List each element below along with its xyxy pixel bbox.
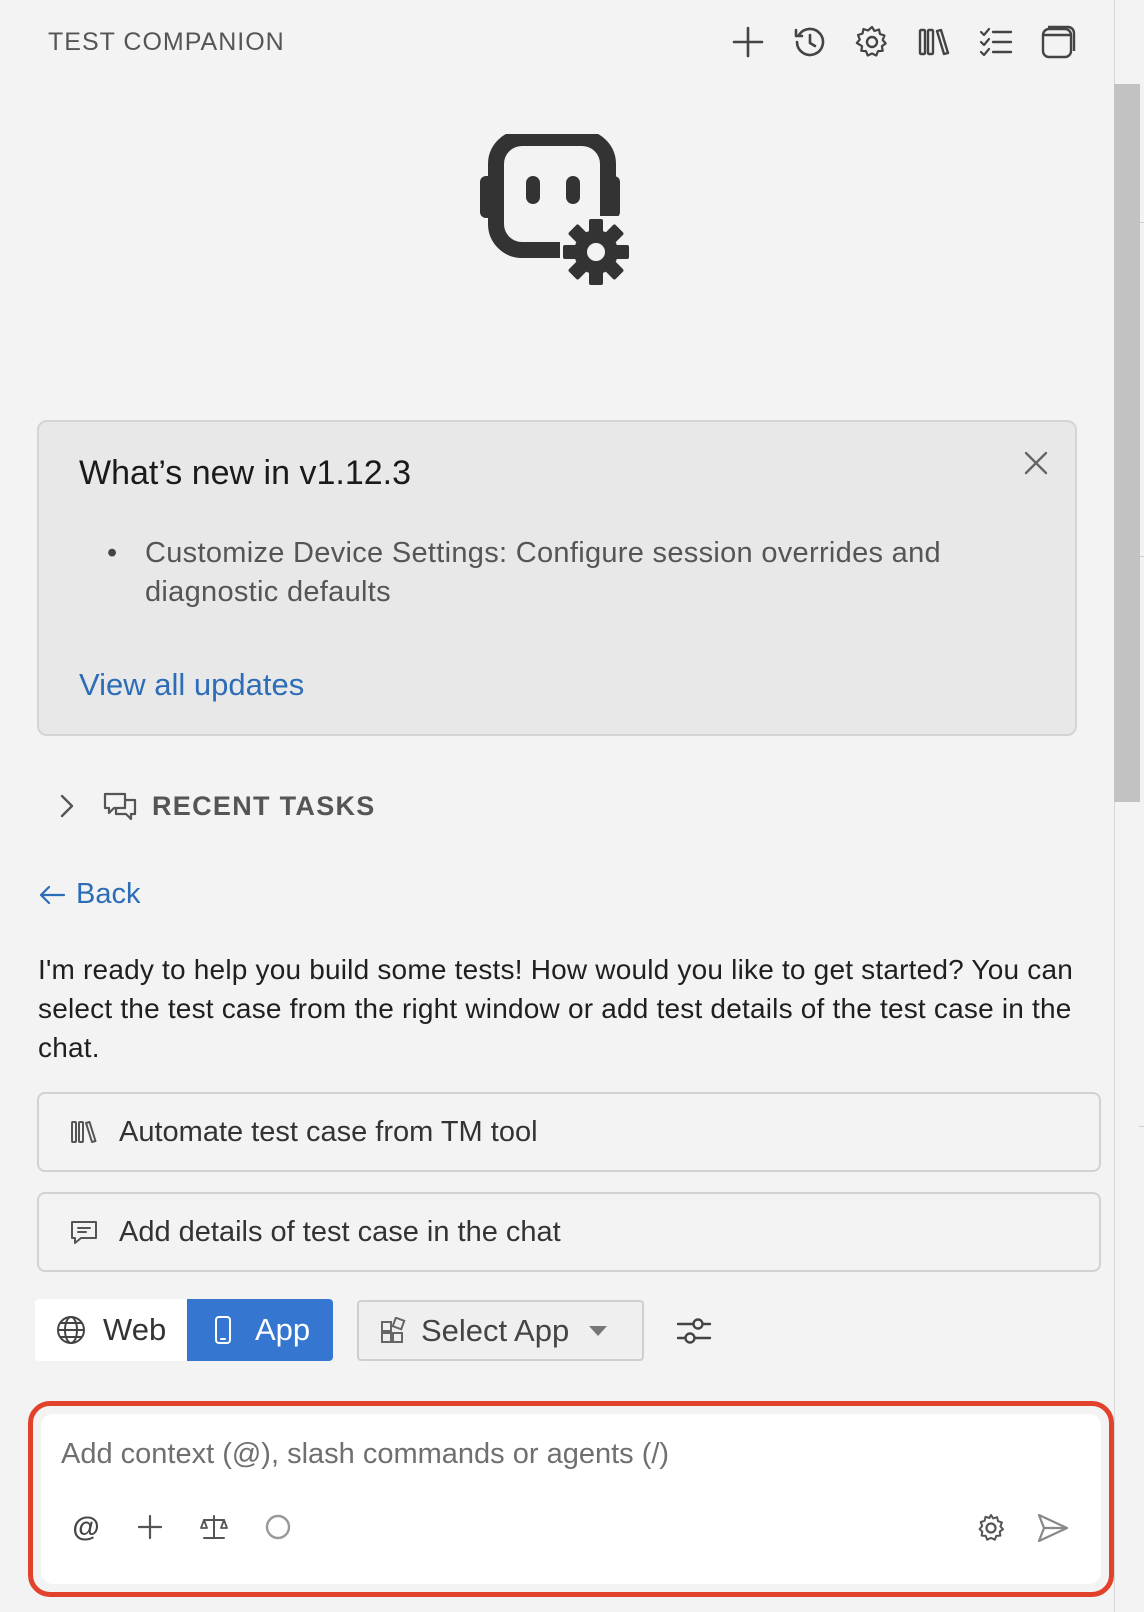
apps-icon	[381, 1316, 406, 1343]
mobile-phone-icon	[215, 1316, 231, 1344]
header-toolbar	[728, 22, 1078, 62]
globe-icon	[57, 1316, 85, 1344]
select-app-label: Select App	[421, 1312, 570, 1348]
chevron-right-icon	[60, 794, 74, 818]
web-label: Web	[103, 1312, 167, 1347]
companion-logo-icon	[480, 134, 638, 290]
arrow-left-icon	[39, 885, 66, 904]
sliders-icon[interactable]	[674, 1311, 714, 1351]
status-indicator	[261, 1510, 295, 1544]
option-label: Automate test case from TM tool	[119, 1115, 538, 1148]
gear-icon[interactable]	[973, 1510, 1009, 1546]
history-icon	[794, 27, 825, 57]
mention-button[interactable]: @	[69, 1510, 103, 1544]
view-all-updates-link[interactable]: View all updates	[79, 667, 304, 703]
checklist-button[interactable]	[976, 22, 1016, 62]
new-chat-button[interactable]	[728, 22, 768, 62]
app-title: TEST COMPANION	[48, 28, 285, 56]
rules-button[interactable]	[197, 1510, 231, 1544]
send-icon[interactable]	[1035, 1510, 1071, 1546]
recent-tasks-label: RECENT TASKS	[152, 790, 376, 821]
whats-new-card: What’s new in v1.12.3 Customize Device S…	[37, 420, 1077, 736]
web-platform-button[interactable]: Web	[35, 1299, 187, 1361]
plus-icon	[137, 1514, 163, 1540]
edge-divider	[1139, 1126, 1144, 1127]
chat-bubbles-icon	[103, 792, 137, 821]
whats-new-list: Customize Device Settings: Configure ses…	[107, 534, 1007, 612]
whats-new-item: Customize Device Settings: Configure ses…	[107, 534, 1007, 612]
platform-toggle: Web App	[35, 1299, 333, 1361]
chat-icon	[71, 1221, 97, 1244]
circle-icon	[265, 1514, 291, 1540]
history-button[interactable]	[790, 22, 830, 62]
panel-icon	[1041, 25, 1076, 59]
app-platform-button[interactable]: App	[187, 1299, 333, 1361]
gear-icon	[855, 25, 887, 57]
chat-composer-inner: @	[41, 1414, 1101, 1584]
scale-icon	[200, 1515, 228, 1539]
add-details-in-chat-option[interactable]: Add details of test case in the chat	[37, 1192, 1101, 1272]
chat-composer: @	[28, 1401, 1114, 1597]
scrollbar-thumb[interactable]	[1114, 84, 1140, 802]
select-app-dropdown[interactable]: Select App	[357, 1300, 644, 1361]
chat-tools-left: @	[69, 1510, 295, 1544]
library-icon	[71, 1121, 97, 1143]
chevron-down-icon	[589, 1325, 608, 1336]
close-icon[interactable]	[1021, 448, 1051, 478]
app-label: App	[255, 1312, 311, 1347]
assistant-message: I'm ready to help you build some tests! …	[38, 954, 1073, 1063]
recent-tasks-toggle[interactable]: RECENT TASKS	[56, 790, 376, 822]
panel-toggle-button[interactable]	[1038, 22, 1078, 62]
companion-panel: TEST COMPANION What’s new in v1.12.3 • C…	[0, 0, 1114, 1612]
settings-button[interactable]	[852, 22, 892, 62]
option-label: Add details of test case in the chat	[119, 1215, 561, 1248]
whats-new-title: What’s new in v1.12.3	[79, 454, 411, 492]
chat-input[interactable]	[61, 1432, 961, 1476]
library-button[interactable]	[914, 22, 954, 62]
back-link[interactable]: Back	[38, 878, 140, 911]
add-context-button[interactable]	[133, 1510, 167, 1544]
chat-tools-right	[973, 1510, 1071, 1546]
plus-icon	[732, 26, 764, 58]
library-icon	[918, 28, 950, 56]
checklist-icon	[979, 27, 1013, 57]
automate-from-tm-tool-option[interactable]: Automate test case from TM tool	[37, 1092, 1101, 1172]
back-label: Back	[76, 878, 141, 910]
